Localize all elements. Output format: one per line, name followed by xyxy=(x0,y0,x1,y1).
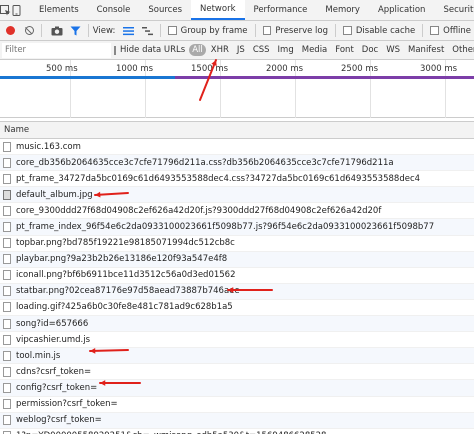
annotation-arrowhead xyxy=(228,287,234,293)
annotation-arrow xyxy=(89,349,129,352)
annotation-arrows xyxy=(89,59,273,386)
annotation-arrowhead xyxy=(100,380,106,386)
annotation-arrowhead xyxy=(90,347,96,354)
annotation-arrow xyxy=(199,59,217,101)
annotation-arrowhead xyxy=(95,191,101,198)
